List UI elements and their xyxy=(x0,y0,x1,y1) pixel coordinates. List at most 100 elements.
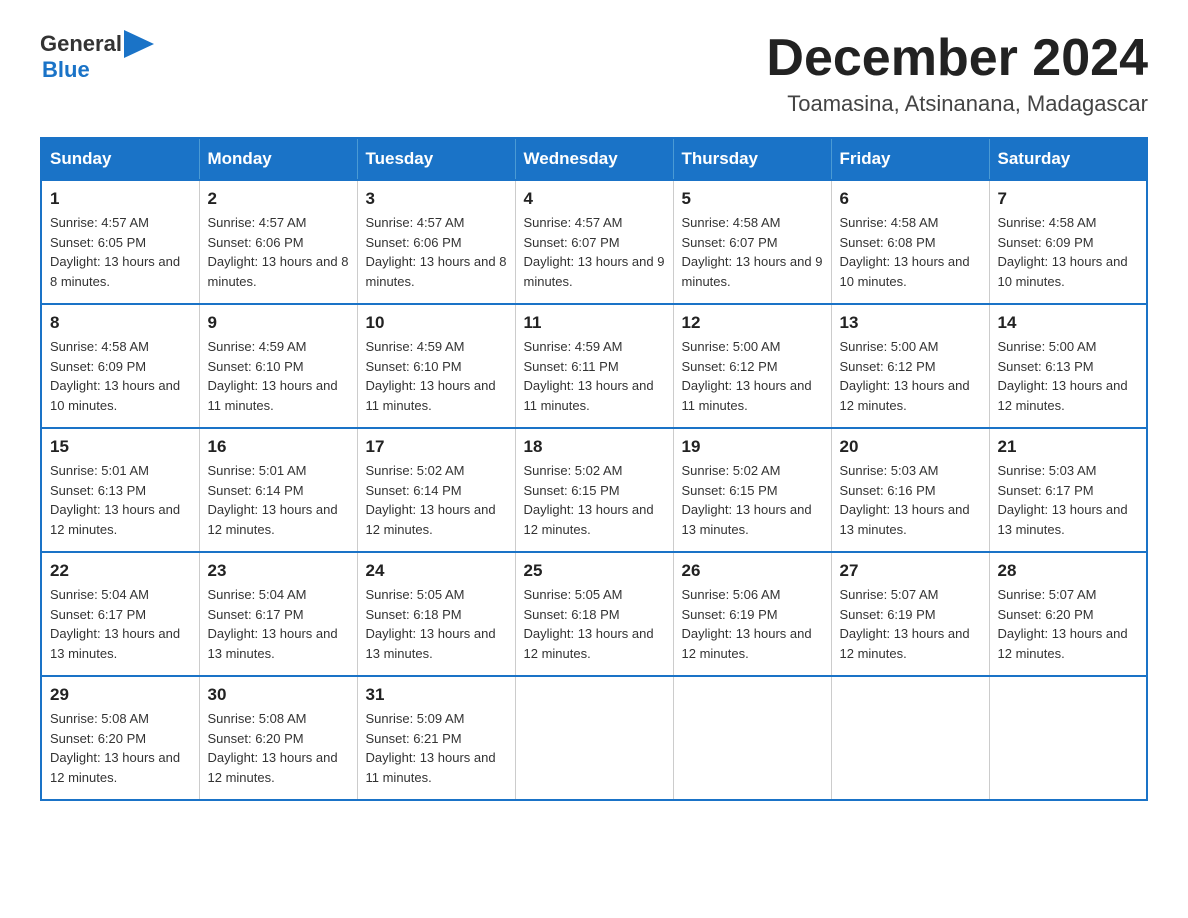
day-number: 13 xyxy=(840,313,981,333)
header-saturday: Saturday xyxy=(989,138,1147,180)
calendar-cell: 26Sunrise: 5:06 AMSunset: 6:19 PMDayligh… xyxy=(673,552,831,676)
calendar-cell: 8 Sunrise: 4:58 AMSunset: 6:09 PMDaylight… xyxy=(41,304,199,428)
day-number: 1 xyxy=(50,189,191,209)
day-number: 21 xyxy=(998,437,1139,457)
day-number: 31 xyxy=(366,685,507,705)
calendar-body: 1 Sunrise: 4:57 AMSunset: 6:05 PMDaylight… xyxy=(41,180,1147,800)
calendar-cell: 28Sunrise: 5:07 AMSunset: 6:20 PMDayligh… xyxy=(989,552,1147,676)
day-number: 11 xyxy=(524,313,665,333)
location-title: Toamasina, Atsinanana, Madagascar xyxy=(766,91,1148,117)
calendar-cell: 13 Sunrise: 5:00 AMSunset: 6:12 PMDayligh… xyxy=(831,304,989,428)
calendar-cell: 17 Sunrise: 5:02 AMSunset: 6:14 PMDayligh… xyxy=(357,428,515,552)
day-number: 18 xyxy=(524,437,665,457)
day-info: Sunrise: 4:57 AMSunset: 6:05 PMDaylight:… xyxy=(50,213,191,291)
day-info: Sunrise: 5:03 AMSunset: 6:16 PMDaylight:… xyxy=(840,461,981,539)
day-info: Sunrise: 5:05 AMSunset: 6:18 PMDaylight:… xyxy=(524,585,665,663)
day-number: 22 xyxy=(50,561,191,581)
day-info: Sunrise: 5:00 AMSunset: 6:12 PMDaylight:… xyxy=(682,337,823,415)
calendar-cell: 31 Sunrise: 5:09 AMSunset: 6:21 PMDayligh… xyxy=(357,676,515,800)
header-sunday: Sunday xyxy=(41,138,199,180)
calendar-cell: 12 Sunrise: 5:00 AMSunset: 6:12 PMDayligh… xyxy=(673,304,831,428)
day-number: 29 xyxy=(50,685,191,705)
calendar-cell: 23 Sunrise: 5:04 AMSunset: 6:17 PMDayligh… xyxy=(199,552,357,676)
day-number: 14 xyxy=(998,313,1139,333)
calendar-cell: 1 Sunrise: 4:57 AMSunset: 6:05 PMDaylight… xyxy=(41,180,199,304)
day-number: 20 xyxy=(840,437,981,457)
calendar-header-row: SundayMondayTuesdayWednesdayThursdayFrid… xyxy=(41,138,1147,180)
calendar-cell: 3Sunrise: 4:57 AMSunset: 6:06 PMDaylight… xyxy=(357,180,515,304)
week-row-2: 8 Sunrise: 4:58 AMSunset: 6:09 PMDaylight… xyxy=(41,304,1147,428)
header-thursday: Thursday xyxy=(673,138,831,180)
header-wednesday: Wednesday xyxy=(515,138,673,180)
calendar-cell: 30 Sunrise: 5:08 AMSunset: 6:20 PMDayligh… xyxy=(199,676,357,800)
day-number: 7 xyxy=(998,189,1139,209)
calendar-cell xyxy=(673,676,831,800)
calendar-cell: 21Sunrise: 5:03 AMSunset: 6:17 PMDayligh… xyxy=(989,428,1147,552)
logo-general: General xyxy=(40,32,122,56)
day-info: Sunrise: 5:08 AMSunset: 6:20 PMDaylight:… xyxy=(50,709,191,787)
calendar-cell: 11 Sunrise: 4:59 AMSunset: 6:11 PMDayligh… xyxy=(515,304,673,428)
day-number: 6 xyxy=(840,189,981,209)
day-info: Sunrise: 5:02 AMSunset: 6:15 PMDaylight:… xyxy=(524,461,665,539)
day-number: 10 xyxy=(366,313,507,333)
calendar-cell: 18 Sunrise: 5:02 AMSunset: 6:15 PMDayligh… xyxy=(515,428,673,552)
calendar-cell: 9 Sunrise: 4:59 AMSunset: 6:10 PMDaylight… xyxy=(199,304,357,428)
calendar-cell: 16 Sunrise: 5:01 AMSunset: 6:14 PMDayligh… xyxy=(199,428,357,552)
day-info: Sunrise: 4:59 AMSunset: 6:11 PMDaylight:… xyxy=(524,337,665,415)
day-number: 12 xyxy=(682,313,823,333)
day-number: 19 xyxy=(682,437,823,457)
day-info: Sunrise: 4:58 AMSunset: 6:07 PMDaylight:… xyxy=(682,213,823,291)
week-row-4: 22 Sunrise: 5:04 AMSunset: 6:17 PMDayligh… xyxy=(41,552,1147,676)
logo: General Blue xyxy=(40,30,154,82)
calendar-cell: 10Sunrise: 4:59 AMSunset: 6:10 PMDayligh… xyxy=(357,304,515,428)
day-info: Sunrise: 4:57 AMSunset: 6:07 PMDaylight:… xyxy=(524,213,665,291)
day-info: Sunrise: 5:00 AMSunset: 6:13 PMDaylight:… xyxy=(998,337,1139,415)
day-number: 25 xyxy=(524,561,665,581)
day-number: 26 xyxy=(682,561,823,581)
day-number: 30 xyxy=(208,685,349,705)
day-number: 17 xyxy=(366,437,507,457)
logo-blue: Blue xyxy=(40,58,154,82)
calendar-cell: 20 Sunrise: 5:03 AMSunset: 6:16 PMDayligh… xyxy=(831,428,989,552)
day-info: Sunrise: 5:02 AMSunset: 6:15 PMDaylight:… xyxy=(682,461,823,539)
calendar-cell: 7Sunrise: 4:58 AMSunset: 6:09 PMDaylight… xyxy=(989,180,1147,304)
day-number: 4 xyxy=(524,189,665,209)
day-info: Sunrise: 5:04 AMSunset: 6:17 PMDaylight:… xyxy=(208,585,349,663)
day-number: 2 xyxy=(208,189,349,209)
calendar-table: SundayMondayTuesdayWednesdayThursdayFrid… xyxy=(40,137,1148,801)
header-tuesday: Tuesday xyxy=(357,138,515,180)
day-info: Sunrise: 5:09 AMSunset: 6:21 PMDaylight:… xyxy=(366,709,507,787)
day-number: 8 xyxy=(50,313,191,333)
day-info: Sunrise: 4:57 AMSunset: 6:06 PMDaylight:… xyxy=(208,213,349,291)
calendar-cell: 5 Sunrise: 4:58 AMSunset: 6:07 PMDaylight… xyxy=(673,180,831,304)
day-info: Sunrise: 5:07 AMSunset: 6:20 PMDaylight:… xyxy=(998,585,1139,663)
day-number: 23 xyxy=(208,561,349,581)
calendar-cell: 4 Sunrise: 4:57 AMSunset: 6:07 PMDaylight… xyxy=(515,180,673,304)
calendar-cell: 14 Sunrise: 5:00 AMSunset: 6:13 PMDayligh… xyxy=(989,304,1147,428)
day-info: Sunrise: 5:08 AMSunset: 6:20 PMDaylight:… xyxy=(208,709,349,787)
calendar-cell: 27Sunrise: 5:07 AMSunset: 6:19 PMDayligh… xyxy=(831,552,989,676)
calendar-cell: 6Sunrise: 4:58 AMSunset: 6:08 PMDaylight… xyxy=(831,180,989,304)
day-number: 15 xyxy=(50,437,191,457)
day-info: Sunrise: 5:01 AMSunset: 6:13 PMDaylight:… xyxy=(50,461,191,539)
header-monday: Monday xyxy=(199,138,357,180)
calendar-cell xyxy=(831,676,989,800)
day-number: 24 xyxy=(366,561,507,581)
day-info: Sunrise: 4:58 AMSunset: 6:09 PMDaylight:… xyxy=(50,337,191,415)
title-section: December 2024 Toamasina, Atsinanana, Mad… xyxy=(766,30,1148,117)
day-info: Sunrise: 5:02 AMSunset: 6:14 PMDaylight:… xyxy=(366,461,507,539)
day-info: Sunrise: 5:00 AMSunset: 6:12 PMDaylight:… xyxy=(840,337,981,415)
day-info: Sunrise: 4:57 AMSunset: 6:06 PMDaylight:… xyxy=(366,213,507,291)
week-row-1: 1 Sunrise: 4:57 AMSunset: 6:05 PMDaylight… xyxy=(41,180,1147,304)
calendar-cell: 25 Sunrise: 5:05 AMSunset: 6:18 PMDayligh… xyxy=(515,552,673,676)
day-info: Sunrise: 5:01 AMSunset: 6:14 PMDaylight:… xyxy=(208,461,349,539)
day-number: 16 xyxy=(208,437,349,457)
day-info: Sunrise: 5:07 AMSunset: 6:19 PMDaylight:… xyxy=(840,585,981,663)
calendar-cell: 24Sunrise: 5:05 AMSunset: 6:18 PMDayligh… xyxy=(357,552,515,676)
calendar-cell xyxy=(989,676,1147,800)
month-title: December 2024 xyxy=(766,30,1148,87)
week-row-3: 15 Sunrise: 5:01 AMSunset: 6:13 PMDayligh… xyxy=(41,428,1147,552)
day-number: 5 xyxy=(682,189,823,209)
day-number: 9 xyxy=(208,313,349,333)
day-info: Sunrise: 4:59 AMSunset: 6:10 PMDaylight:… xyxy=(208,337,349,415)
